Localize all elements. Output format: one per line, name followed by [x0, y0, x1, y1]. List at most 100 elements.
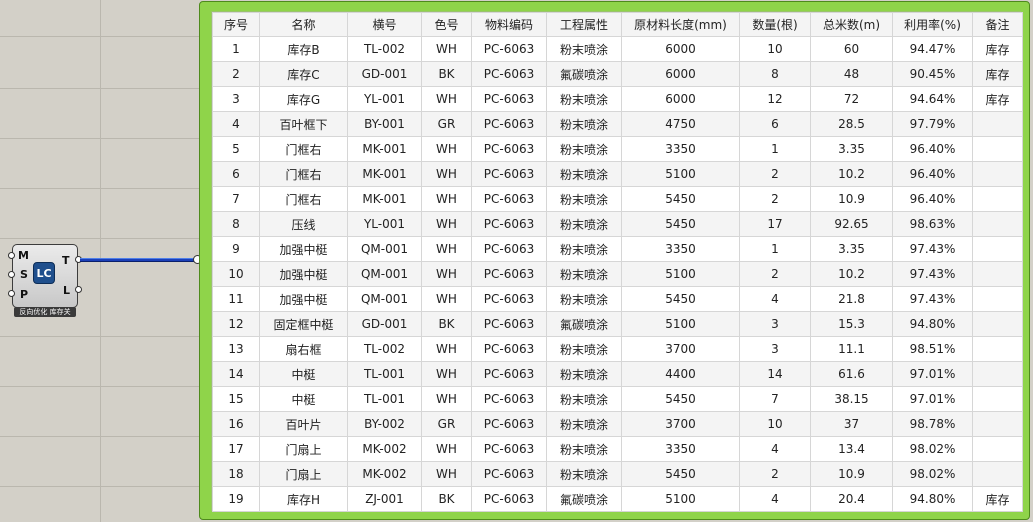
table-cell: TL-002	[347, 36, 422, 62]
table-cell: 氟碳喷涂	[546, 61, 622, 87]
table-cell: PC-6063	[471, 486, 547, 512]
table-cell: 粉末喷涂	[546, 411, 622, 437]
table-cell: 3700	[621, 336, 740, 362]
table-cell: 3350	[621, 236, 740, 262]
table-cell: TL-001	[347, 361, 422, 387]
table-cell: 粉末喷涂	[546, 436, 622, 462]
table-row: 17 门扇上 MK-002 WH PC-6063 粉末喷涂 3350 4 13.4 98.02%	[212, 436, 1023, 462]
table-cell: WH	[421, 236, 472, 262]
table-cell: 库存	[972, 61, 1023, 87]
table-cell: PC-6063	[471, 361, 547, 387]
column-header: 名称	[259, 12, 348, 37]
table-row: 2 库存C GD-001 BK PC-6063 氟碳喷涂 6000 8 48 90.45% 库存	[212, 61, 1023, 87]
table-cell: 粉末喷涂	[546, 111, 622, 137]
table-cell: 96.40%	[892, 186, 973, 212]
table-cell: 7	[212, 186, 260, 212]
table-cell: 百叶片	[259, 411, 348, 437]
table-cell: 库存C	[259, 61, 348, 87]
input-grip[interactable]	[8, 290, 15, 297]
table-cell: 8	[212, 211, 260, 237]
table-cell: 库存G	[259, 86, 348, 112]
table-cell: 5100	[621, 161, 740, 187]
table-cell: 4	[212, 111, 260, 137]
column-header: 数量(根)	[739, 12, 811, 37]
component-node[interactable]: M S P LC T L 反向优化 库存关	[8, 242, 82, 317]
table-cell: 10	[739, 411, 811, 437]
table-cell: 加强中梃	[259, 261, 348, 287]
table-cell: 98.78%	[892, 411, 973, 437]
table-cell: WH	[421, 436, 472, 462]
table-cell	[972, 336, 1023, 362]
table-row: 8 压线 YL-001 WH PC-6063 粉末喷涂 5450 17 92.65 98.63%	[212, 211, 1023, 237]
table-cell: PC-6063	[471, 461, 547, 487]
table-cell: 10	[739, 36, 811, 62]
column-header: 总米数(m)	[810, 12, 893, 37]
input-port-m[interactable]: M	[18, 249, 29, 262]
table-cell: 门框右	[259, 136, 348, 162]
table-cell: 97.43%	[892, 286, 973, 312]
table-cell: WH	[421, 186, 472, 212]
table-cell	[972, 261, 1023, 287]
table-cell: 3700	[621, 411, 740, 437]
input-port-p[interactable]: P	[20, 288, 28, 301]
table-cell: 3350	[621, 436, 740, 462]
table-cell: BK	[421, 486, 472, 512]
table-cell: 4	[739, 436, 811, 462]
table-cell: 20.4	[810, 486, 893, 512]
column-header: 原材料长度(mm)	[621, 12, 740, 37]
table-row: 1 库存B TL-002 WH PC-6063 粉末喷涂 6000 10 60 94.47% 库存	[212, 36, 1023, 62]
table-cell: 11	[212, 286, 260, 312]
table-cell: 61.6	[810, 361, 893, 387]
input-grip[interactable]	[8, 252, 15, 259]
table-cell: BK	[421, 61, 472, 87]
table-cell	[972, 211, 1023, 237]
table-cell: PC-6063	[471, 61, 547, 87]
table-cell: 60	[810, 36, 893, 62]
table-cell: 18	[212, 461, 260, 487]
table-cell: YL-001	[347, 211, 422, 237]
table-cell: 门框右	[259, 186, 348, 212]
table-row: 7 门框右 MK-001 WH PC-6063 粉末喷涂 5450 2 10.9 96.40%	[212, 186, 1023, 212]
table-cell: 5450	[621, 286, 740, 312]
table-cell: PC-6063	[471, 161, 547, 187]
table-row: 3 库存G YL-001 WH PC-6063 粉末喷涂 6000 12 72 94.64% 库存	[212, 86, 1023, 112]
table-cell: 库存B	[259, 36, 348, 62]
table-cell: 2	[739, 461, 811, 487]
table-cell: 28.5	[810, 111, 893, 137]
table-cell: 粉末喷涂	[546, 236, 622, 262]
table-cell: 90.45%	[892, 61, 973, 87]
output-port-l[interactable]: L	[63, 284, 70, 297]
table-cell: 6000	[621, 36, 740, 62]
table-cell: PC-6063	[471, 136, 547, 162]
data-panel[interactable]: 序号 名称 横号 色号 物料编码 工程属性 原材料长度(mm) 数量(根) 总米数(m) 利用率(…	[199, 1, 1030, 520]
output-grip[interactable]	[75, 286, 82, 293]
table-cell: PC-6063	[471, 386, 547, 412]
table-cell: 加强中梃	[259, 236, 348, 262]
output-port-t[interactable]: T	[62, 254, 70, 267]
table-cell: 粉末喷涂	[546, 386, 622, 412]
table-cell: WH	[421, 36, 472, 62]
table-cell: 3350	[621, 136, 740, 162]
table-cell: PC-6063	[471, 236, 547, 262]
input-grip[interactable]	[8, 271, 15, 278]
table-cell: PC-6063	[471, 211, 547, 237]
table-cell: 14	[212, 361, 260, 387]
table-cell: 5100	[621, 261, 740, 287]
table-cell: 94.64%	[892, 86, 973, 112]
table-cell: GD-001	[347, 61, 422, 87]
table-cell: 10.2	[810, 261, 893, 287]
table-cell: 2	[739, 261, 811, 287]
table-cell: 10	[212, 261, 260, 287]
table-cell: 1	[739, 136, 811, 162]
table-cell: 6	[212, 161, 260, 187]
table-cell: 12	[739, 86, 811, 112]
table-cell: 百叶框下	[259, 111, 348, 137]
table-cell: 6000	[621, 61, 740, 87]
connection-wire[interactable]	[80, 258, 200, 262]
table-cell: 氟碳喷涂	[546, 486, 622, 512]
table-cell: PC-6063	[471, 336, 547, 362]
table-row: 16 百叶片 BY-002 GR PC-6063 粉末喷涂 3700 10 37 98.78%	[212, 411, 1023, 437]
table-cell: WH	[421, 136, 472, 162]
input-port-s[interactable]: S	[20, 268, 28, 281]
table-cell: 17	[739, 211, 811, 237]
